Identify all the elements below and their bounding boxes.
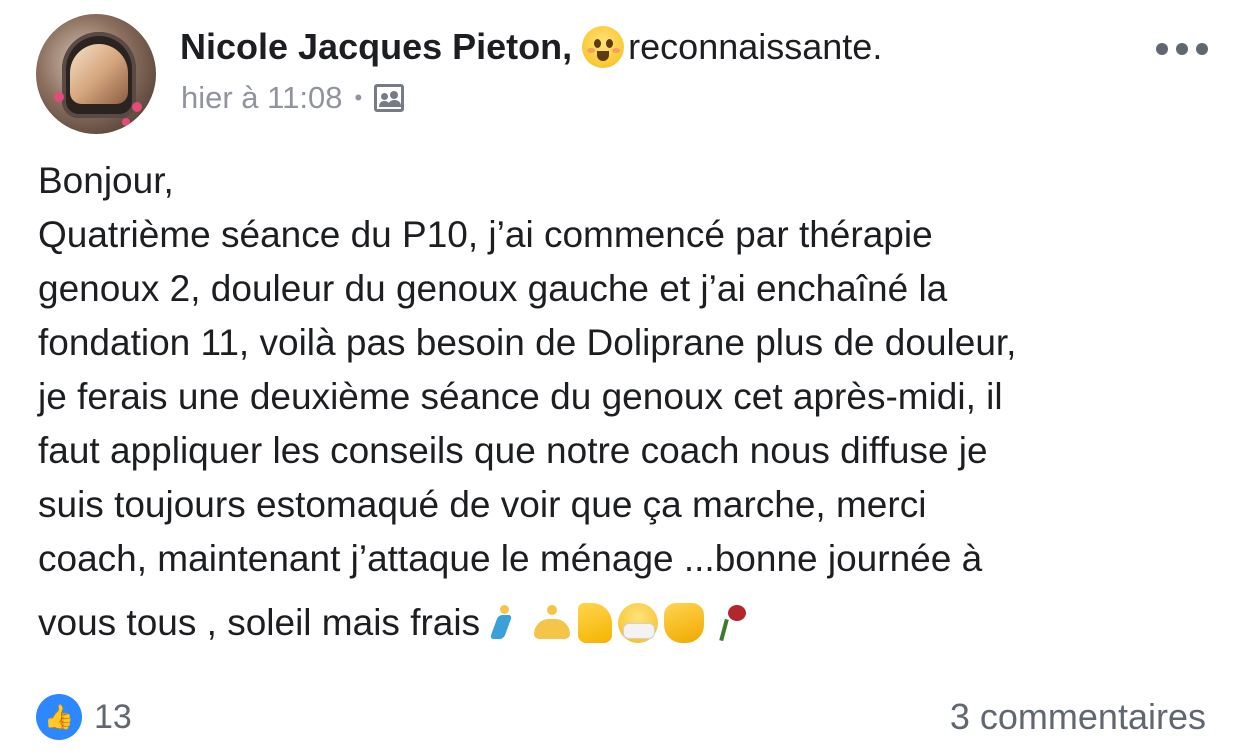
runner-emoji bbox=[486, 603, 526, 643]
post-body-line: fondation 11, voilà pas besoin de Dolipr… bbox=[38, 322, 1017, 363]
more-options-icon[interactable] bbox=[1156, 38, 1208, 60]
author-avatar[interactable] bbox=[36, 14, 156, 134]
post-body-line: suis toujours estomaqué de voir que ça m… bbox=[38, 484, 927, 525]
post-body: Bonjour, Quatrième séance du P10, j’ai c… bbox=[38, 154, 1218, 650]
separator-comma: , bbox=[562, 26, 573, 67]
reactions-summary[interactable]: 👍 13 bbox=[36, 694, 132, 740]
post-body-line: Quatrième séance du P10, j’ai commencé p… bbox=[38, 214, 933, 255]
author-name-link[interactable]: Nicole Jacques Pieton bbox=[180, 26, 562, 68]
friends-audience-icon[interactable] bbox=[374, 84, 405, 112]
post-body-line: je ferais une deuxième séance du genoux … bbox=[38, 376, 1003, 417]
post-body-line: faut appliquer les conseils que notre co… bbox=[38, 430, 988, 471]
post-body-last-line: vous tous , soleil mais frais bbox=[38, 596, 1218, 650]
flexed-biceps-emoji bbox=[578, 603, 613, 643]
post-meta: hier à 11:08 • bbox=[181, 78, 405, 118]
avatar-petal bbox=[122, 118, 130, 126]
facebook-post: Nicole Jacques Pieton , reconnaissante. … bbox=[0, 0, 1242, 755]
avatar-petal bbox=[132, 102, 142, 112]
waving-hand-emoji bbox=[664, 603, 705, 643]
face-with-mask-emoji bbox=[618, 603, 659, 643]
avatar-photo bbox=[70, 44, 128, 104]
post-body-line: coach, maintenant j’attaque le ménage ..… bbox=[38, 538, 983, 579]
feeling-text[interactable]: reconnaissante. bbox=[628, 26, 882, 68]
post-body-line: genoux 2, douleur du genoux gauche et j’… bbox=[38, 268, 948, 309]
reaction-count: 13 bbox=[94, 697, 132, 736]
yoga-emoji bbox=[532, 603, 572, 643]
post-body-line: vous tous , soleil mais frais bbox=[38, 602, 481, 643]
post-footer: 👍 13 3 commentaires bbox=[36, 694, 1206, 742]
comments-count-link[interactable]: 3 commentaires bbox=[950, 696, 1206, 738]
post-body-line: Bonjour, bbox=[38, 160, 174, 201]
grateful-face-emoji bbox=[582, 26, 625, 68]
meta-separator-dot: • bbox=[354, 85, 363, 110]
wilted-rose-emoji bbox=[710, 603, 750, 643]
avatar-petal bbox=[54, 92, 64, 102]
post-timestamp[interactable]: hier à 11:08 bbox=[181, 80, 342, 116]
post-header-title: Nicole Jacques Pieton , reconnaissante. bbox=[180, 20, 882, 74]
like-thumbs-up-icon: 👍 bbox=[36, 694, 82, 740]
